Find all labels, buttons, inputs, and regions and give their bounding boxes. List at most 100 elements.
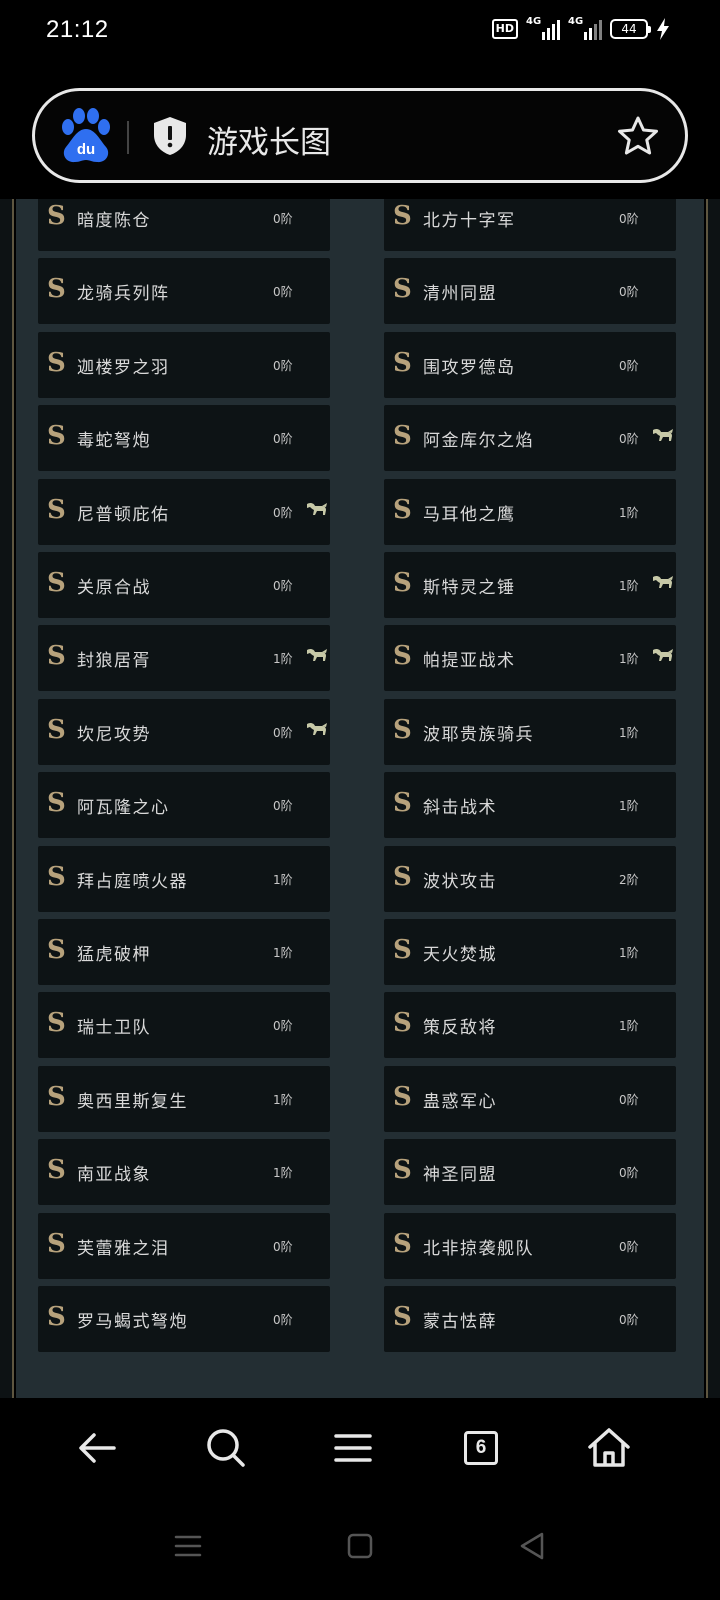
tactic-card[interactable]: S 蛊惑军心 0阶 (384, 1066, 676, 1132)
tactic-card[interactable]: S 波耶贵族骑兵 1阶 (384, 699, 676, 765)
tactic-card[interactable]: S 斜击战术 1阶 (384, 772, 676, 838)
s-grade-icon: S (47, 274, 66, 304)
tactic-card[interactable]: S 坎尼攻势 0阶 (38, 699, 330, 765)
shield-warning-icon[interactable] (152, 116, 188, 156)
tactics-panel: S 暗度陈仓 0阶 S 北方十字军 0阶 S 龙骑兵列阵 0阶 S 清州同盟 0阶 S 迦楼罗之羽 0阶 S 围… (16, 199, 704, 1398)
tactic-row: S 毒蛇弩炮 0阶 S 阿金库尔之焰 0阶 (38, 405, 698, 471)
s-grade-icon: S (47, 568, 66, 598)
tactic-rank: 1阶 (273, 873, 293, 887)
tactic-name: 神圣同盟 (423, 1165, 497, 1185)
back-triangle-icon[interactable] (512, 1526, 552, 1566)
s-grade-icon: S (393, 421, 412, 451)
tactic-row: S 龙骑兵列阵 0阶 S 清州同盟 0阶 (38, 258, 698, 324)
tactic-card[interactable]: S 蒙古怯薛 0阶 (384, 1286, 676, 1352)
tactic-rank: 0阶 (619, 285, 639, 299)
tactic-card[interactable]: S 拜占庭喷火器 1阶 (38, 846, 330, 912)
tactic-card[interactable]: S 关原合战 0阶 (38, 552, 330, 618)
s-grade-icon: S (393, 641, 412, 671)
page-title[interactable]: 游戏长图 (207, 117, 331, 162)
tactic-card[interactable]: S 瑞士卫队 0阶 (38, 992, 330, 1058)
tactic-card[interactable]: S 暗度陈仓 0阶 (38, 199, 330, 251)
tactic-card[interactable]: S 南亚战象 1阶 (38, 1139, 330, 1205)
s-grade-icon: S (393, 1302, 412, 1332)
tactic-name: 南亚战象 (77, 1165, 151, 1185)
back-arrow-icon[interactable] (70, 1420, 126, 1476)
tactic-rank: 0阶 (273, 432, 293, 446)
menu-icon[interactable] (325, 1420, 381, 1476)
tactic-name: 天火焚城 (423, 945, 497, 965)
tactic-card[interactable]: S 清州同盟 0阶 (384, 258, 676, 324)
tactic-card[interactable]: S 波状攻击 2阶 (384, 846, 676, 912)
s-grade-icon: S (393, 495, 412, 525)
system-nav-bar (0, 1498, 720, 1600)
tabs-button[interactable]: 6 (453, 1420, 509, 1476)
tactic-card[interactable]: S 斯特灵之锤 1阶 (384, 552, 676, 618)
tactic-card[interactable]: S 北非掠袭舰队 0阶 (384, 1213, 676, 1279)
tactic-rank: 1阶 (273, 1166, 293, 1180)
tactic-rank: 1阶 (273, 652, 293, 666)
home-icon[interactable] (581, 1420, 637, 1476)
tactic-rank: 1阶 (619, 1019, 639, 1033)
tactic-name: 毒蛇弩炮 (77, 431, 151, 451)
web-content[interactable]: S 暗度陈仓 0阶 S 北方十字军 0阶 S 龙骑兵列阵 0阶 S 清州同盟 0阶 S 迦楼罗之羽 0阶 S 围… (0, 199, 720, 1398)
tactic-rank: 0阶 (619, 432, 639, 446)
address-bar[interactable]: du 游戏长图 (32, 88, 688, 183)
tactic-card[interactable]: S 封狼居胥 1阶 (38, 625, 330, 691)
s-grade-icon: S (393, 715, 412, 745)
s-grade-icon: S (393, 274, 412, 304)
recents-menu-icon[interactable] (168, 1526, 208, 1566)
tactic-card[interactable]: S 猛虎破柙 1阶 (38, 919, 330, 985)
tactic-card[interactable]: S 马耳他之鹰 1阶 (384, 479, 676, 545)
tactic-rank: 0阶 (273, 579, 293, 593)
tactic-name: 阿瓦隆之心 (77, 798, 170, 818)
tactic-card[interactable]: S 天火焚城 1阶 (384, 919, 676, 985)
tactic-card[interactable]: S 毒蛇弩炮 0阶 (38, 405, 330, 471)
tactic-name: 围攻罗德岛 (423, 358, 516, 378)
s-grade-icon: S (47, 421, 66, 451)
tactic-name: 迦楼罗之羽 (77, 358, 170, 378)
tactic-card[interactable]: S 芙蕾雅之泪 0阶 (38, 1213, 330, 1279)
tactic-rank: 0阶 (273, 726, 293, 740)
tab-count: 6 (464, 1431, 498, 1465)
tactic-name: 拜占庭喷火器 (77, 872, 188, 892)
tactic-card[interactable]: S 围攻罗德岛 0阶 (384, 332, 676, 398)
tactic-card[interactable]: S 奥西里斯复生 1阶 (38, 1066, 330, 1132)
tactic-card[interactable]: S 罗马蝎式弩炮 0阶 (38, 1286, 330, 1352)
horse-icon (653, 575, 673, 588)
search-icon[interactable] (198, 1420, 254, 1476)
tactic-rank: 0阶 (273, 506, 293, 520)
s-grade-icon: S (47, 641, 66, 671)
tactic-rank: 1阶 (273, 946, 293, 960)
tactic-name: 罗马蝎式弩炮 (77, 1312, 188, 1332)
tactic-card[interactable]: S 阿金库尔之焰 0阶 (384, 405, 676, 471)
tactic-card[interactable]: S 北方十字军 0阶 (384, 199, 676, 251)
home-square-icon[interactable] (340, 1526, 380, 1566)
tactic-card[interactable]: S 策反敌将 1阶 (384, 992, 676, 1058)
tactic-card[interactable]: S 阿瓦隆之心 0阶 (38, 772, 330, 838)
tactic-name: 帕提亚战术 (423, 651, 516, 671)
tactic-name: 瑞士卫队 (77, 1018, 151, 1038)
tactic-card[interactable]: S 帕提亚战术 1阶 (384, 625, 676, 691)
s-grade-icon: S (47, 935, 66, 965)
horse-icon (653, 428, 673, 441)
s-grade-icon: S (47, 862, 66, 892)
tactic-rank: 0阶 (273, 285, 293, 299)
tactic-row: S 尼普顿庇佑 0阶 S 马耳他之鹰 1阶 (38, 479, 698, 545)
s-grade-icon: S (393, 568, 412, 598)
tactic-card[interactable]: S 龙骑兵列阵 0阶 (38, 258, 330, 324)
tactic-rank: 0阶 (619, 1093, 639, 1107)
tactic-card[interactable]: S 尼普顿庇佑 0阶 (38, 479, 330, 545)
tactic-row: S 瑞士卫队 0阶 S 策反敌将 1阶 (38, 992, 698, 1058)
s-grade-icon: S (47, 1008, 66, 1038)
baidu-logo-icon[interactable]: du (57, 107, 115, 165)
browser-bottom-nav: 6 (0, 1398, 720, 1498)
tactic-card[interactable]: S 迦楼罗之羽 0阶 (38, 332, 330, 398)
tactic-name: 斯特灵之锤 (423, 578, 516, 598)
tactic-card[interactable]: S 神圣同盟 0阶 (384, 1139, 676, 1205)
bookmark-star-icon[interactable] (617, 115, 659, 157)
tactic-rank: 1阶 (619, 506, 639, 520)
s-grade-icon: S (393, 1229, 412, 1259)
tactic-name: 北方十字军 (423, 211, 516, 231)
tactic-row: S 猛虎破柙 1阶 S 天火焚城 1阶 (38, 919, 698, 985)
s-grade-icon: S (47, 788, 66, 818)
